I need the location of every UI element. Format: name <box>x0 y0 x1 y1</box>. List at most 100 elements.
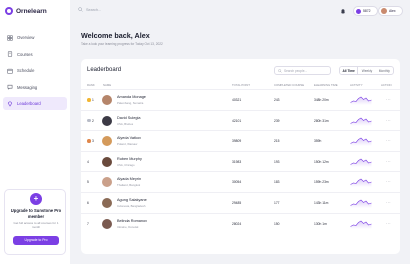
sidebar: Ornelearn Overview Courses Schedule Mess… <box>0 0 70 264</box>
filter-weekly[interactable]: Weekly <box>358 67 375 74</box>
person-location: USA, Chicago <box>117 162 135 167</box>
people-search-placeholder: Search people... <box>284 68 308 73</box>
rank-value: 2 <box>92 118 94 123</box>
more-options-icon[interactable]: ··· <box>386 97 391 102</box>
elearning-time: 143h 11m <box>314 200 329 205</box>
column-header[interactable]: ACTIVITY <box>350 83 363 87</box>
person-name[interactable]: David Sulegia <box>117 116 140 120</box>
user-name: Alex <box>389 9 396 13</box>
chat-icon <box>7 84 13 90</box>
total-points: 30054 <box>232 180 242 185</box>
person-name[interactable]: Amanda Monage <box>117 95 146 99</box>
completed-courses: 239 <box>274 118 280 123</box>
global-search-input[interactable]: Search... <box>78 7 101 12</box>
rank-cell: 1 <box>87 98 94 102</box>
elearning-time: 159h 23m <box>314 180 329 185</box>
sidebar-item-label: Overview <box>17 35 35 40</box>
search-icon <box>278 68 282 73</box>
sidebar-item-schedule[interactable]: Schedule <box>3 64 67 77</box>
filter-monthly[interactable]: Monthly <box>376 67 393 74</box>
column-header[interactable]: NAME <box>103 83 111 87</box>
sidebar-nav: Overview Courses Schedule Messaging Lead… <box>3 31 67 114</box>
column-header[interactable]: ACTION <box>381 83 392 87</box>
activity-sparkline <box>350 220 372 229</box>
table-row[interactable]: 1 Amanda Monage Palembang, Sumatra 40321… <box>81 89 400 110</box>
more-options-icon[interactable]: ··· <box>386 200 391 205</box>
points-badge[interactable]: 5872 <box>353 6 378 16</box>
table-header: RANK NAME TOTAL POINT COMPLETED COURSE E… <box>81 81 400 88</box>
column-header[interactable]: TOTAL POINT <box>232 83 250 87</box>
sidebar-item-label: Messaging <box>17 84 38 90</box>
more-options-icon[interactable]: ··· <box>386 221 391 226</box>
total-points: 39809 <box>232 139 242 144</box>
person-name[interactable]: Ruben Murphy <box>117 157 142 161</box>
person-location: Indonesia, Bangladesh <box>117 203 146 208</box>
time-filter: All Time Weekly Monthly <box>339 66 394 75</box>
sidebar-item-leaderboard[interactable]: Leaderboard <box>3 97 67 111</box>
activity-sparkline <box>350 158 372 167</box>
plus-icon: + <box>30 193 42 205</box>
total-points: 31983 <box>232 159 242 164</box>
book-icon <box>7 51 13 57</box>
page-subtitle: Take a look your learning progress for T… <box>81 42 163 46</box>
leaderboard-title: Leaderboard <box>87 67 122 73</box>
medal-icon <box>87 118 91 123</box>
sidebar-item-courses[interactable]: Courses <box>3 48 67 61</box>
total-points: 29485 <box>232 200 242 205</box>
column-header[interactable]: COMPLETED COURSE <box>274 83 304 87</box>
elearning-time: 130h 1m <box>314 221 327 226</box>
rank-cell: 7 <box>87 222 89 226</box>
medal-icon <box>87 98 91 102</box>
elearning-time: 280h 31m <box>314 118 329 123</box>
more-options-icon[interactable]: ··· <box>386 118 391 123</box>
filter-all-time[interactable]: All Time <box>340 67 359 74</box>
person-name[interactable]: Agung Salakyane <box>117 198 147 202</box>
table-row[interactable]: 7 Belinda Romanov Ukraine, Donetsk 28024… <box>81 212 400 234</box>
total-points: 28024 <box>232 221 242 226</box>
table-row[interactable]: 4 Ruben Murphy USA, Chicago 31983 193 15… <box>81 150 400 172</box>
rank-cell: 4 <box>87 160 89 164</box>
grid-icon <box>7 34 13 41</box>
completed-courses: 215 <box>274 139 280 144</box>
person-name[interactable]: Alyeda Vatkov <box>117 136 141 140</box>
table-row[interactable]: 2 David Sulegia USA, Brebes 42101 239 28… <box>81 109 400 131</box>
avatar <box>381 8 387 14</box>
sidebar-item-messaging[interactable]: Messaging <box>3 81 67 94</box>
sidebar-item-overview[interactable]: Overview <box>3 31 67 44</box>
person-location: Thailand, Bangkok <box>117 183 141 188</box>
user-menu[interactable]: Alex <box>378 6 403 16</box>
diamond-icon <box>7 101 13 107</box>
rank-cell: 3 <box>87 139 94 143</box>
activity-sparkline <box>350 117 372 126</box>
total-points: 40321 <box>232 98 242 102</box>
more-options-icon[interactable]: ··· <box>386 138 391 143</box>
people-search-input[interactable]: Search people... <box>274 66 331 75</box>
person-name[interactable]: Belinda Romanov <box>117 219 147 223</box>
more-options-icon[interactable]: ··· <box>386 179 391 184</box>
app-logo[interactable]: Ornelearn <box>5 7 47 15</box>
medal-icon <box>87 139 91 143</box>
rank-cell: 6 <box>87 201 89 205</box>
avatar <box>102 177 112 188</box>
bell-icon[interactable] <box>340 8 346 14</box>
person-name[interactable]: Alyada Meyrin <box>117 177 141 181</box>
column-header[interactable]: ELEARNING TIME <box>314 83 338 87</box>
column-header[interactable]: RANK <box>87 83 95 87</box>
rank-value: 6 <box>87 200 89 205</box>
app-name: Ornelearn <box>16 7 47 15</box>
table-row[interactable]: 6 Agung Salakyane Indonesia, Bangladesh … <box>81 191 400 213</box>
person-location: Poland, Warsaw <box>117 142 138 147</box>
global-search-placeholder: Search... <box>86 7 102 12</box>
rank-value: 5 <box>87 180 89 185</box>
table-row[interactable]: 3 Alyeda Vatkov Poland, Warsaw 39809 215… <box>81 130 400 151</box>
points-value: 5872 <box>363 9 371 13</box>
more-options-icon[interactable]: ··· <box>386 159 391 164</box>
avatar <box>102 115 112 126</box>
completed-courses: 183 <box>274 180 280 185</box>
table-row[interactable]: 5 Alyada Meyrin Thailand, Bangkok 30054 … <box>81 171 400 192</box>
rank-value: 1 <box>92 98 94 102</box>
rank-cell: 2 <box>87 119 94 123</box>
completed-courses: 193 <box>274 159 280 164</box>
upgrade-button[interactable]: Upgrade to Pro <box>13 236 59 245</box>
upgrade-description: Get full access to all courses for 1 mon… <box>13 221 59 229</box>
